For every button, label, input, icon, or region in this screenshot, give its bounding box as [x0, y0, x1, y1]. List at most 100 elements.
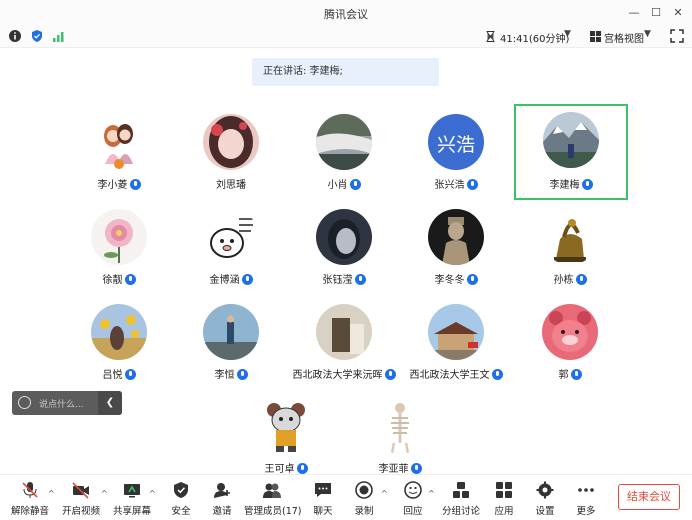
participant-avatar: [91, 114, 147, 170]
participant-tile[interactable]: 李亚菲: [344, 392, 456, 480]
participant-avatar: [543, 112, 599, 168]
grid-icon: [590, 31, 601, 42]
participant-avatar: [203, 209, 259, 265]
mic-icon[interactable]: [466, 179, 478, 190]
share-screen-button[interactable]: 共享屏幕: [107, 481, 157, 517]
participant-avatar: [203, 114, 259, 170]
participant-avatar: [428, 209, 484, 265]
mic-icon[interactable]: [466, 274, 478, 285]
settings-label: 设置: [535, 506, 555, 517]
participant-name-line: 孙栋: [494, 271, 646, 286]
meeting-toolbar: 解除静音 ^ 开启视频 ^ 共享屏幕 ^ 安全 邀请 管理成员(17) 聊天 录…: [0, 474, 692, 520]
video-label: 开启视频: [61, 506, 100, 517]
participant-name: 小肖: [327, 180, 348, 191]
chevron-down-icon[interactable]: ▼: [564, 29, 571, 39]
participant-avatar: [428, 304, 484, 360]
mic-icon[interactable]: [354, 274, 366, 285]
manage-members-button[interactable]: 管理成员(17): [244, 481, 302, 517]
invite-label: 邀请: [212, 506, 232, 517]
react-button[interactable]: 回应: [388, 481, 438, 517]
participant-name: 西北政法大学王文: [409, 370, 490, 381]
participant-avatar: [372, 398, 428, 454]
start-video-button[interactable]: 开启视频: [56, 481, 106, 517]
minimize-button[interactable]: —: [626, 5, 642, 21]
participant-name-line: 李建梅: [496, 176, 646, 191]
view-mode-button[interactable]: 宫格视图: [590, 30, 644, 45]
camera-off-icon: [72, 482, 89, 499]
gear-icon: [536, 481, 554, 499]
participant-name-line: 郭: [494, 366, 646, 381]
mic-icon[interactable]: [236, 369, 248, 380]
mic-icon[interactable]: [129, 179, 141, 190]
participant-name: 李冬冬: [434, 275, 465, 286]
chevron-up-icon[interactable]: ^: [48, 489, 55, 498]
record-button[interactable]: 录制: [339, 481, 389, 517]
chat-icon: [315, 483, 331, 497]
participant-avatar: [91, 304, 147, 360]
breakout-label: 分组讨论: [441, 506, 480, 517]
mic-icon[interactable]: [296, 463, 308, 474]
meeting-status-bar: 41:41(60分钟) ▼ 宫格视图 ▼: [0, 26, 692, 48]
participant-name: 孙栋: [553, 275, 574, 286]
meeting-timer[interactable]: 41:41(60分钟): [486, 30, 569, 45]
participant-tile[interactable]: 郭: [514, 298, 626, 386]
participant-avatar: [316, 304, 372, 360]
chat-input[interactable]: 说点什么... ❮: [12, 391, 122, 415]
participant-tile[interactable]: 孙栋: [514, 203, 626, 291]
participant-avatar: [203, 304, 259, 360]
participant-avatar: [316, 209, 372, 265]
mic-icon[interactable]: [124, 274, 136, 285]
unmute-label: 解除静音: [10, 506, 49, 517]
participant-name: 金博涵: [209, 275, 240, 286]
mic-icon[interactable]: [349, 179, 361, 190]
participant-name: 李恒: [214, 370, 235, 381]
chat-placeholder: 说点什么...: [39, 400, 84, 410]
mic-icon[interactable]: [570, 369, 582, 380]
close-button[interactable]: ✕: [670, 5, 686, 21]
members-icon: [263, 483, 281, 498]
mic-icon[interactable]: [575, 274, 587, 285]
participant-avatar: [258, 398, 314, 454]
participant-tile-speaking[interactable]: 李建梅: [514, 104, 628, 200]
unmute-button[interactable]: 解除静音: [5, 481, 55, 517]
security-label: 安全: [171, 506, 191, 517]
mic-muted-icon: [22, 482, 38, 498]
window-title: 腾讯会议: [324, 8, 368, 21]
mic-icon[interactable]: [124, 369, 136, 380]
maximize-button[interactable]: ☐: [648, 5, 664, 21]
mic-icon[interactable]: [241, 274, 253, 285]
participant-avatar: 兴浩: [428, 114, 484, 170]
participant-avatar: [542, 209, 598, 265]
emoji-icon[interactable]: [18, 396, 31, 409]
view-mode-label: 宫格视图: [604, 34, 644, 45]
fullscreen-icon[interactable]: [670, 29, 684, 43]
record-icon: [355, 481, 373, 499]
signal-icon: [53, 32, 64, 42]
avatar-initials: 兴浩: [436, 134, 475, 156]
participant-name: 徐靓: [102, 275, 123, 286]
mic-icon[interactable]: [581, 179, 593, 190]
chevron-up-icon[interactable]: ^: [381, 489, 388, 498]
more-button[interactable]: 更多: [561, 481, 611, 517]
invite-button[interactable]: 邀请: [197, 481, 247, 517]
chat-label: 聊天: [313, 506, 333, 517]
apps-label: 应用: [494, 506, 514, 517]
chevron-up-icon[interactable]: ^: [149, 489, 156, 498]
breakout-icon: [453, 482, 469, 498]
end-meeting-button[interactable]: 结束会议: [618, 484, 680, 510]
more-icon: [578, 488, 594, 492]
chevron-down-icon[interactable]: ▼: [644, 29, 651, 39]
chevron-left-icon[interactable]: ❮: [98, 391, 122, 415]
mic-icon[interactable]: [410, 463, 422, 474]
chevron-up-icon[interactable]: ^: [428, 489, 435, 498]
apps-icon: [496, 482, 512, 498]
participant-name: 张兴浩: [434, 180, 465, 191]
emoji-icon: [404, 481, 422, 499]
hourglass-icon: [486, 31, 495, 42]
react-label: 回应: [403, 506, 423, 517]
participant-name: 西北政法大学来沅晖: [292, 370, 383, 381]
info-icon[interactable]: [8, 29, 22, 43]
participant-name: 张钰滢: [322, 275, 353, 286]
participant-name: 李小菱: [97, 180, 128, 191]
shield-icon[interactable]: [30, 29, 44, 43]
